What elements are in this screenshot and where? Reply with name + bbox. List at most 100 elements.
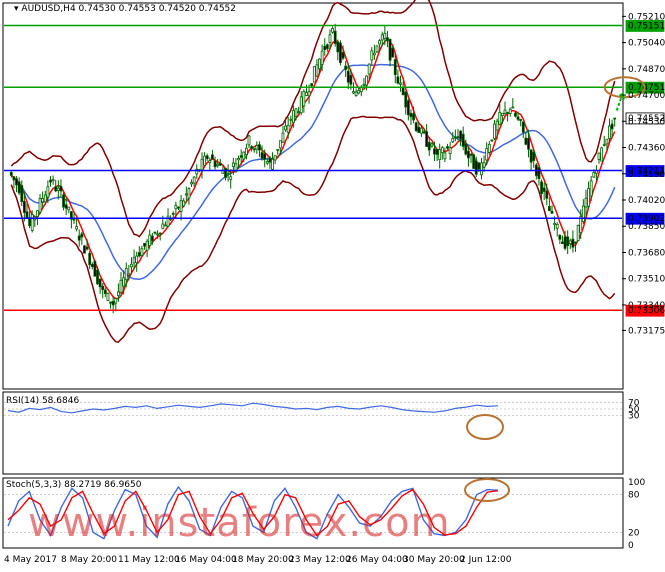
candle-body [341, 52, 345, 59]
candle-body [333, 30, 337, 44]
ohlc-values: 0.74530 0.74553 0.74520 0.74552 [78, 4, 236, 14]
candle-body [192, 176, 196, 184]
candle-body [124, 268, 128, 281]
candle-body [67, 206, 71, 211]
candle-body [508, 108, 512, 114]
candle-body [297, 111, 301, 114]
candle-body [529, 149, 533, 163]
price-tick-label: 0.73175 [628, 326, 665, 336]
candle-body [252, 148, 256, 151]
candle-body [592, 172, 596, 178]
candle-body [278, 140, 282, 149]
candle-body [540, 181, 543, 195]
time-tick-label: 18 May 20:00 [232, 555, 294, 565]
time-tick-label: 2 Jun 12:00 [460, 555, 512, 565]
candle-body [299, 96, 303, 114]
candle-body [514, 112, 517, 117]
candle-body [456, 136, 460, 139]
chart-header-icon: ▾ [14, 4, 19, 14]
candle-body [127, 273, 131, 276]
candle-body [145, 240, 149, 251]
candle-body [474, 160, 478, 175]
candle-body [174, 204, 178, 210]
candle-body [177, 206, 180, 209]
candle-body [242, 151, 246, 160]
candle-body [430, 143, 434, 147]
candle-body [380, 34, 384, 41]
candle-body [372, 52, 376, 56]
candle-body [80, 233, 84, 238]
candle-body [101, 285, 105, 291]
candle-body [93, 260, 97, 277]
candle-body [357, 90, 361, 94]
candle-body [114, 298, 118, 304]
candle-body [83, 245, 86, 254]
candle-body [519, 119, 523, 121]
candle-body [378, 40, 382, 45]
candle-body [22, 200, 26, 213]
candle-body [271, 158, 274, 170]
candle-body [443, 152, 447, 160]
candle-body [294, 108, 298, 117]
candle-body [354, 91, 358, 96]
candle-body [435, 148, 439, 155]
candle-body [250, 146, 254, 149]
time-tick-label: 11 May 12:00 [118, 555, 180, 565]
candle-body [613, 117, 617, 120]
candle-body [103, 289, 107, 294]
candle-body [117, 291, 120, 297]
candle-body [320, 50, 324, 66]
candle-body [566, 236, 570, 247]
candle-body [12, 176, 16, 181]
candle-body [561, 241, 564, 245]
candle-body [38, 197, 42, 213]
candle-body [312, 66, 316, 83]
candle-body [396, 76, 400, 84]
candle-body [438, 149, 442, 160]
candle-body [352, 91, 355, 94]
candle-body [307, 91, 311, 97]
candle-body [581, 205, 585, 222]
candle-body [88, 252, 92, 265]
candle-body [532, 151, 536, 161]
level-label-0.75151: 0.75151 [628, 21, 665, 31]
candle-body [568, 240, 572, 244]
candle-body [524, 137, 528, 145]
symbol-header: ▾ AUDUSD,H4 0.74530 0.74553 0.74520 0.74… [14, 4, 236, 14]
candle-body [305, 92, 308, 96]
candle-body [119, 279, 123, 293]
candle-body [459, 130, 462, 140]
price-tick-label: 0.74020 [628, 196, 665, 206]
candle-body [409, 112, 413, 118]
candle-body [229, 176, 233, 180]
candle-body [339, 42, 342, 64]
candle-body [414, 122, 418, 131]
time-tick-label: 8 May 20:00 [61, 555, 117, 565]
candle-body [265, 161, 269, 164]
candle-body [516, 116, 520, 120]
candle-body [59, 185, 63, 192]
candle-body [555, 223, 559, 229]
candle-body [315, 64, 319, 77]
candle-body [30, 214, 34, 231]
price-tick-label: 0.73850 [628, 222, 665, 232]
candle-body [208, 160, 212, 163]
candle-body [302, 91, 306, 107]
price-tick-label: 0.75210 [628, 12, 665, 22]
candle-body [589, 180, 593, 197]
candle-body [365, 75, 368, 86]
candle-body [153, 231, 157, 234]
candle-body [521, 121, 525, 133]
candle-body [576, 225, 580, 241]
candle-body [440, 147, 444, 154]
price-tick-label: 0.74700 [628, 91, 665, 101]
candle-body [106, 292, 110, 301]
stoch-tick-label: 100 [628, 478, 645, 488]
candle-body [490, 139, 494, 142]
candle-body [244, 147, 248, 155]
candle-body [602, 144, 606, 146]
candle-body [51, 179, 55, 182]
candle-body [563, 236, 567, 249]
candle-body [511, 106, 515, 109]
price-tick-label: 0.74360 [628, 144, 665, 154]
